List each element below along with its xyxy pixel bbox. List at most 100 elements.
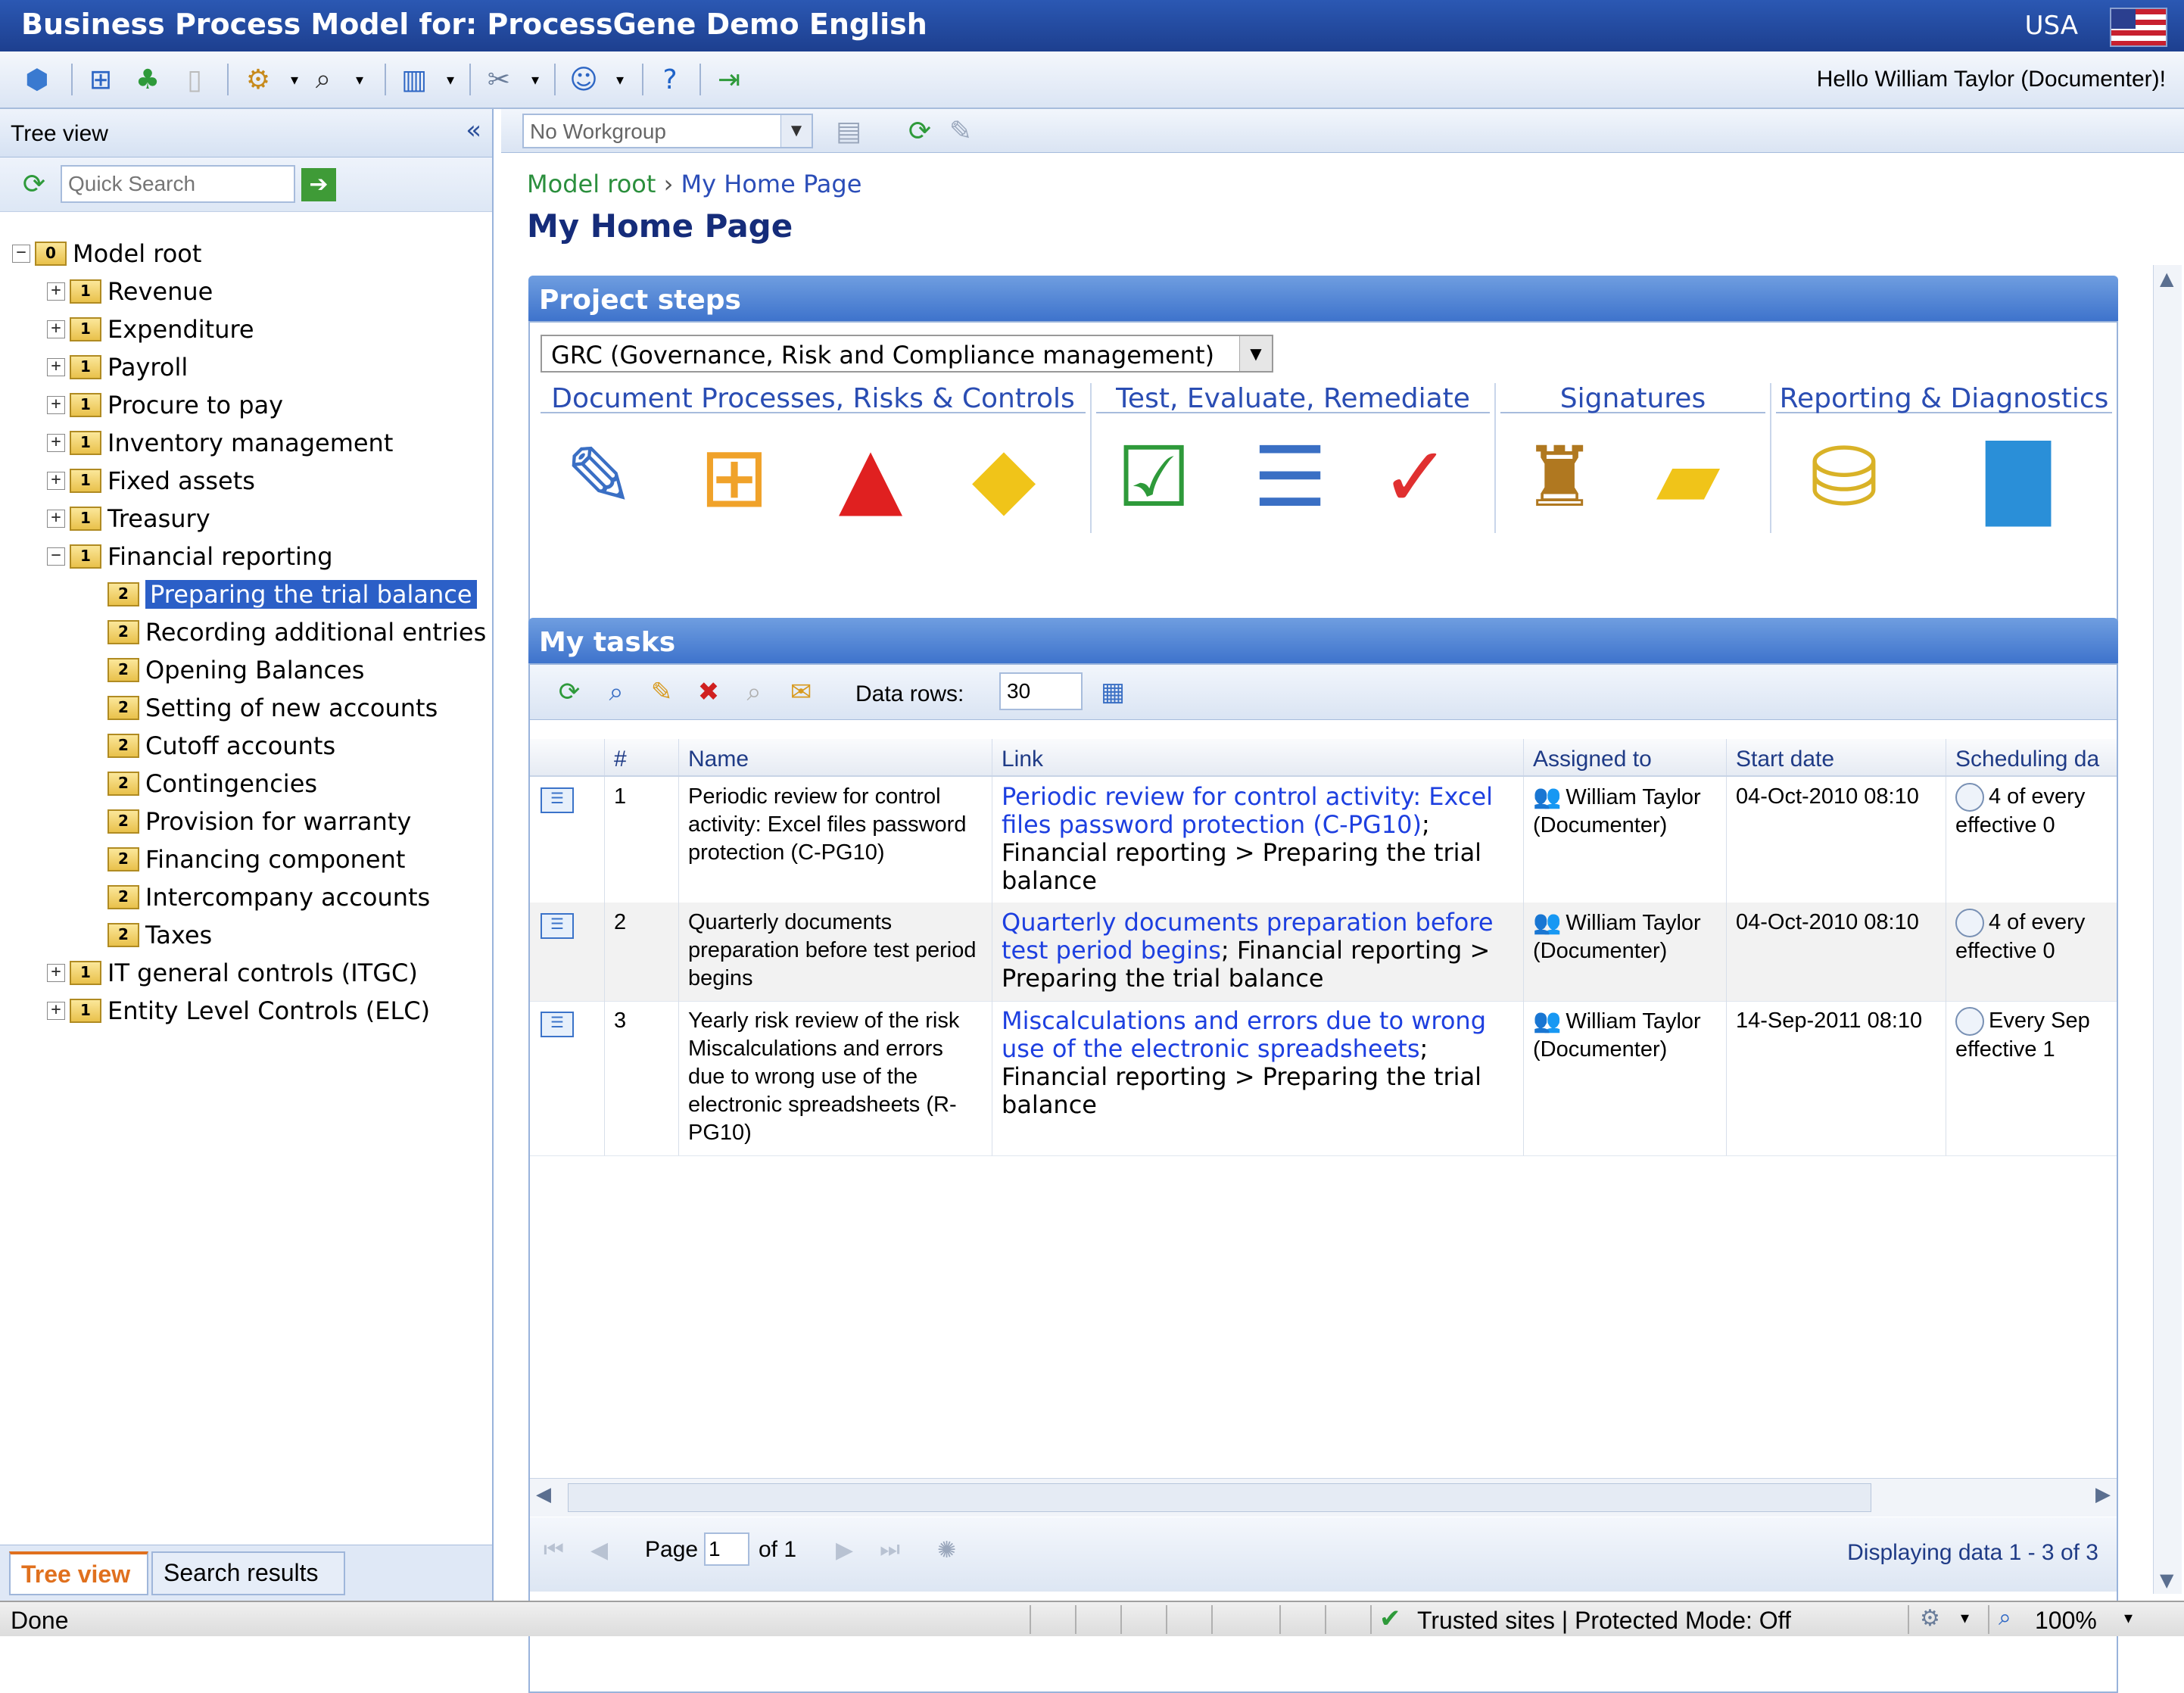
column-scheduling[interactable]: Scheduling da	[1946, 739, 2117, 775]
document-edit-icon[interactable]: ✎	[547, 424, 653, 530]
tree-node-label[interactable]: Inventory management	[107, 429, 393, 457]
help-icon[interactable]: ?	[653, 62, 687, 97]
tree-node-label[interactable]: Procure to pay	[107, 391, 283, 419]
tree-node[interactable]: 2 Contingencies	[107, 766, 317, 801]
tree-node[interactable]: 2 Cutoff accounts	[107, 728, 335, 763]
table-row[interactable]: ☰ 2 Quarterly documents preparation befo…	[530, 903, 2117, 1002]
tree-node-label[interactable]: Cutoff accounts	[145, 731, 335, 760]
tree-node[interactable]: + 1 Procure to pay	[47, 388, 283, 422]
tree-node-selected[interactable]: 2 Preparing the trial balance	[107, 577, 477, 612]
row-icon-cell[interactable]: ☰	[530, 1001, 604, 1155]
tree-node[interactable]: 2 Setting of new accounts	[107, 691, 438, 725]
scroll-left-icon[interactable]: ◀	[536, 1483, 551, 1506]
tree-node-label[interactable]: Recording additional entries	[145, 618, 486, 647]
folder-icon[interactable]: ▰	[1635, 424, 1741, 530]
binoculars-icon[interactable]: ⌕	[306, 62, 341, 97]
expand-icon[interactable]: +	[47, 434, 65, 452]
evaluate-list-icon[interactable]: ☰	[1237, 424, 1343, 530]
column-assigned-to[interactable]: Assigned to	[1523, 739, 1726, 775]
tree-node[interactable]: 2 Recording additional entries	[107, 615, 486, 650]
columns-grid-icon[interactable]: ▦	[1096, 675, 1129, 709]
tree-node[interactable]: − 1 Financial reporting	[47, 539, 333, 574]
expand-icon[interactable]: +	[47, 472, 65, 490]
column-start-date[interactable]: Start date	[1726, 739, 1946, 775]
reports-chart-icon[interactable]: ▇	[1965, 424, 2071, 530]
breadcrumb-root[interactable]: Model root	[527, 170, 656, 198]
tree-node-label[interactable]: Fixed assets	[107, 466, 255, 495]
delete-task-icon[interactable]: ✖	[692, 675, 725, 709]
tree-node[interactable]: + 1 Revenue	[47, 274, 213, 309]
task-details-icon[interactable]: ☰	[541, 1012, 574, 1037]
table-row[interactable]: ☰ 1 Periodic review for control activity…	[530, 777, 2117, 903]
chevron-down-icon[interactable]: ▾	[342, 62, 377, 97]
us-flag-icon[interactable]	[2110, 8, 2167, 47]
chevron-down-icon[interactable]: ▾	[2124, 1608, 2133, 1628]
row-icon-cell[interactable]: ☰	[530, 777, 604, 903]
tree-node[interactable]: + 1 IT general controls (ITGC)	[47, 956, 418, 990]
page-number-input[interactable]	[704, 1532, 749, 1566]
collapse-icon[interactable]: −	[47, 547, 65, 566]
process-flow-icon[interactable]: ⊞	[681, 424, 787, 530]
chevron-down-icon[interactable]: ▾	[1961, 1608, 1969, 1628]
tree-node-label[interactable]: IT general controls (ITGC)	[107, 959, 418, 987]
zoom-icon[interactable]: ⌕	[1999, 1605, 2011, 1631]
tree-node-model-root[interactable]: − 0 Model root	[12, 236, 201, 271]
data-rows-input[interactable]	[999, 672, 1083, 710]
table-row[interactable]: ☰ 3 Yearly risk review of the risk Misca…	[530, 1001, 2117, 1156]
risk-triangle-icon[interactable]: ▲	[818, 424, 924, 530]
tree-node-label[interactable]: Intercompany accounts	[145, 883, 430, 912]
main-vertical-scrollbar[interactable]: ▲ ▼	[2153, 265, 2182, 1594]
protected-mode-icon[interactable]: ⚙	[1920, 1605, 1940, 1632]
tree-node-label[interactable]: Contingencies	[145, 769, 317, 798]
tree-node-label[interactable]: Expenditure	[107, 315, 254, 344]
expand-icon[interactable]: +	[47, 964, 65, 982]
user-admin-icon[interactable]: ☺	[566, 62, 601, 97]
tree-node-label[interactable]: Model root	[73, 239, 201, 268]
zoom-level[interactable]: 100%	[2035, 1607, 2097, 1635]
tree-node-label[interactable]: Preparing the trial balance	[145, 580, 477, 609]
expand-icon[interactable]: +	[47, 1002, 65, 1020]
breadcrumb-current[interactable]: My Home Page	[681, 170, 862, 198]
tree-node[interactable]: 2 Opening Balances	[107, 653, 364, 687]
tree-node-label[interactable]: Entity Level Controls (ELC)	[107, 996, 430, 1025]
home-cube-icon[interactable]: ⬢	[20, 62, 55, 97]
tree-node-label[interactable]: Setting of new accounts	[145, 694, 438, 722]
column-number[interactable]: #	[604, 739, 678, 775]
tree-node[interactable]: + 1 Inventory management	[47, 426, 393, 460]
signature-stamp-icon[interactable]: ♜	[1506, 424, 1612, 530]
expand-icon[interactable]: +	[47, 320, 65, 338]
scroll-up-icon[interactable]: ▲	[2160, 268, 2173, 289]
export-icon[interactable]: ✉	[784, 675, 818, 709]
workgroup-select[interactable]: No Workgroup ▼	[522, 114, 813, 148]
task-details-icon[interactable]: ☰	[541, 913, 574, 939]
locale-label[interactable]: USA	[2025, 11, 2078, 41]
chevron-down-icon[interactable]: ▼	[1239, 336, 1272, 371]
row-icon-cell[interactable]: ☰	[530, 903, 604, 1001]
column-name[interactable]: Name	[678, 739, 992, 775]
process-map-icon[interactable]: ⊞	[83, 62, 118, 97]
refresh-icon[interactable]: ⟳	[902, 114, 937, 148]
search-go-icon[interactable]: ➔	[301, 168, 336, 201]
expand-icon[interactable]: +	[47, 282, 65, 301]
task-link[interactable]: Periodic review for control activity: Ex…	[1002, 782, 1493, 839]
tasks-horizontal-scrollbar[interactable]: ◀ ▶	[530, 1478, 2117, 1517]
tools-icon[interactable]: ✂	[481, 62, 516, 97]
settings-gear-icon[interactable]: ⚙	[241, 62, 276, 97]
reports-chart-icon[interactable]: ▥	[397, 62, 432, 97]
view-details-icon[interactable]: ⌕	[600, 675, 633, 709]
task-link[interactable]: Miscalculations and errors due to wrong …	[1002, 1006, 1486, 1063]
refresh-icon[interactable]: ⟳	[553, 675, 586, 709]
tree-node[interactable]: + 1 Entity Level Controls (ELC)	[47, 993, 430, 1028]
methodology-select[interactable]: GRC (Governance, Risk and Compliance man…	[541, 335, 1273, 373]
chevron-down-icon[interactable]: ▾	[603, 62, 637, 97]
tree-node[interactable]: + 1 Expenditure	[47, 312, 254, 347]
refresh-icon[interactable]: ⟳	[17, 167, 51, 201]
tree-node[interactable]: 2 Taxes	[107, 918, 212, 953]
scrollbar-thumb[interactable]	[568, 1483, 1871, 1512]
tree-node[interactable]: 2 Financing component	[107, 842, 405, 877]
quick-search-input[interactable]	[61, 165, 295, 203]
collapse-icon[interactable]: −	[12, 245, 30, 263]
expand-icon[interactable]: +	[47, 510, 65, 528]
tree-node[interactable]: + 1 Fixed assets	[47, 463, 255, 498]
expand-icon[interactable]: +	[47, 396, 65, 414]
